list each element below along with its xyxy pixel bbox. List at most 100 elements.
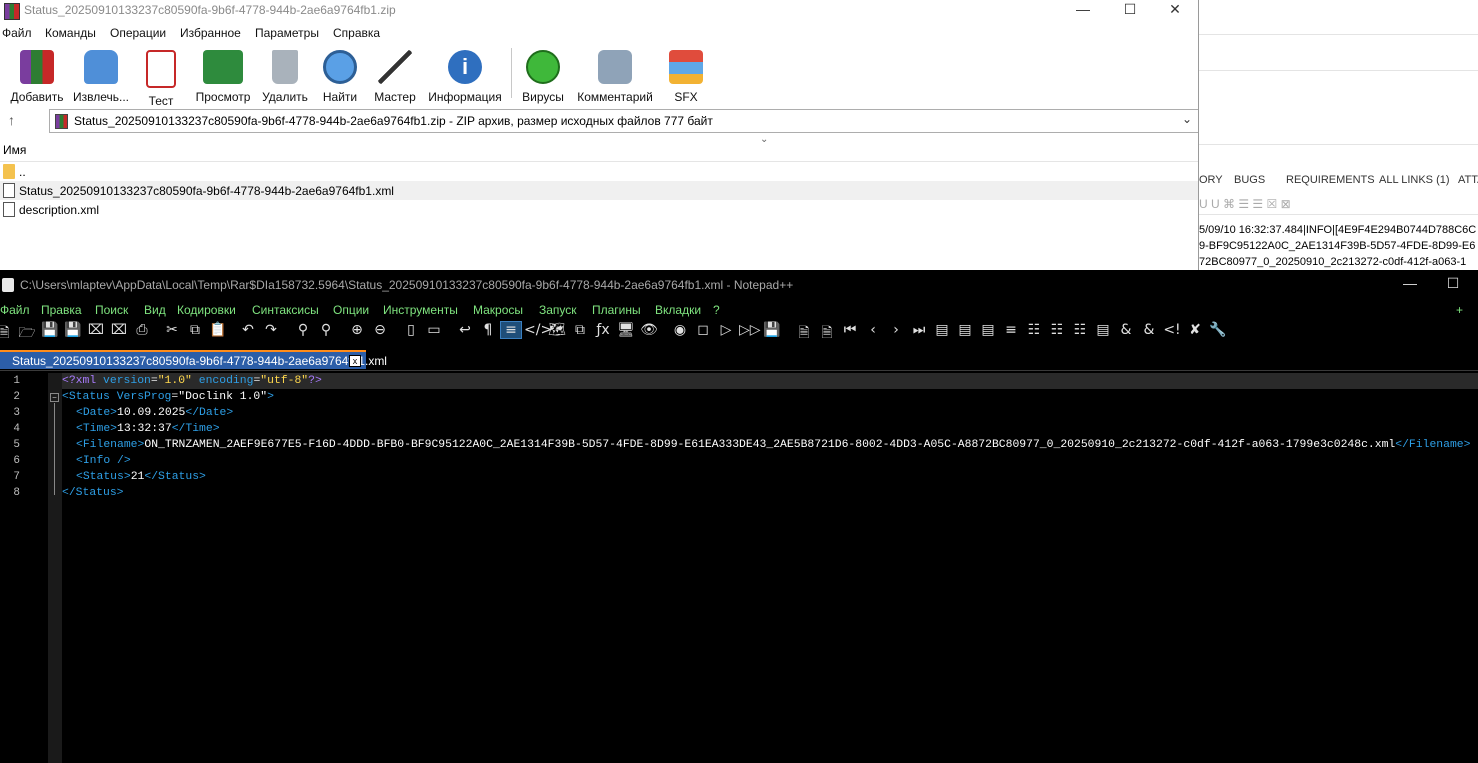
- menu-window[interactable]: Вкладки: [655, 303, 701, 317]
- add-button[interactable]: Добавить: [8, 48, 66, 106]
- diff-icon[interactable]: ≡: [1001, 322, 1021, 338]
- save-macro-icon[interactable]: 💾: [762, 322, 782, 338]
- tab-close-icon[interactable]: x: [349, 355, 361, 367]
- find-icon[interactable]: ⚲: [293, 322, 313, 338]
- plugin-doc2-icon[interactable]: 🗎: [817, 322, 837, 346]
- ampersand-icon[interactable]: &: [1116, 322, 1136, 338]
- menu-settings[interactable]: Опции: [333, 303, 369, 317]
- column-name-header[interactable]: Имя: [3, 143, 26, 157]
- minimize-button[interactable]: —: [1060, 0, 1106, 22]
- network-icon[interactable]: ☷: [1070, 322, 1090, 338]
- play-multiple-icon[interactable]: ▷▷: [739, 322, 761, 338]
- folder-workspace-icon[interactable]: 🖥: [616, 322, 636, 338]
- menu-file[interactable]: Файл: [0, 303, 30, 317]
- close-button[interactable]: ✕: [1152, 0, 1198, 22]
- zoom-out-icon[interactable]: ⊖: [370, 322, 390, 338]
- compare2-icon[interactable]: ▤: [955, 322, 975, 338]
- last-icon[interactable]: ⏭: [909, 322, 929, 338]
- fold-minus-icon[interactable]: −: [50, 393, 59, 402]
- menu-macro[interactable]: Макросы: [473, 303, 523, 317]
- menu-plus[interactable]: +: [1456, 303, 1463, 317]
- up-arrow-icon[interactable]: ↑: [8, 112, 15, 128]
- menu-help[interactable]: Справка: [333, 26, 380, 40]
- menu-options[interactable]: Параметры: [255, 26, 319, 40]
- open-file-icon[interactable]: 🗁: [17, 322, 37, 346]
- play-macro-icon[interactable]: ▷: [716, 322, 736, 338]
- menu-syntax[interactable]: Синтаксисы: [252, 303, 319, 317]
- notepadpp-title-bar[interactable]: C:\Users\mlaptev\AppData\Local\Temp\Rar$…: [0, 270, 1478, 300]
- record-macro-icon[interactable]: ◉: [670, 322, 690, 338]
- menu-operations[interactable]: Операции: [110, 26, 166, 40]
- undo-icon[interactable]: ↶: [238, 322, 258, 338]
- info-button[interactable]: i Информация: [426, 48, 504, 106]
- sync-horizontal-icon[interactable]: ▭: [424, 322, 444, 338]
- virus-button[interactable]: Вирусы: [519, 48, 567, 106]
- redo-icon[interactable]: ↷: [261, 322, 281, 338]
- tab-requirements[interactable]: REQUIREMENTS: [1286, 174, 1375, 186]
- wrench-icon[interactable]: 🔧: [1208, 322, 1228, 338]
- file-row-parent[interactable]: ..: [0, 162, 1198, 181]
- copy-icon[interactable]: ⧉: [185, 322, 205, 338]
- ampersand-alt-icon[interactable]: &: [1139, 322, 1159, 338]
- close-file-icon[interactable]: ⌧: [86, 322, 106, 338]
- winrar-title-bar[interactable]: Status_20250910133237c80590fa-9b6f-4778-…: [0, 0, 1198, 22]
- next-icon[interactable]: ›: [886, 322, 906, 338]
- menu-search[interactable]: Поиск: [95, 303, 128, 317]
- menu-tools[interactable]: Инструменты: [383, 303, 458, 317]
- save-all-icon[interactable]: 💾: [63, 322, 83, 338]
- tab-attachments[interactable]: ATTA: [1458, 174, 1478, 186]
- menu-run[interactable]: Запуск: [539, 303, 577, 317]
- menu-file[interactable]: Файл: [2, 26, 32, 40]
- file-row-description-xml[interactable]: description.xml: [0, 200, 1198, 219]
- menu-commands[interactable]: Команды: [45, 26, 96, 40]
- plugin-icon[interactable]: ▤: [1093, 322, 1113, 338]
- menu-help[interactable]: ?: [713, 303, 720, 317]
- view-button[interactable]: Просмотр: [193, 48, 253, 106]
- indent-guide-icon[interactable]: ≡: [500, 321, 522, 339]
- first-icon[interactable]: ⏮: [840, 322, 860, 338]
- new-file-icon[interactable]: 🗎: [0, 322, 14, 346]
- maximize-button[interactable]: ☐: [1107, 0, 1153, 22]
- maximize-button[interactable]: ☐: [1430, 274, 1476, 296]
- comment-toggle-icon[interactable]: <!: [1162, 322, 1182, 338]
- print-icon[interactable]: ⎙: [132, 322, 152, 338]
- tab-all-links[interactable]: ALL LINKS (1): [1379, 174, 1450, 186]
- word-wrap-icon[interactable]: ↩: [455, 322, 475, 338]
- compare3-icon[interactable]: ▤: [978, 322, 998, 338]
- wizard-button[interactable]: Мастер: [370, 48, 420, 106]
- menu-plugins[interactable]: Плагины: [592, 303, 641, 317]
- minimize-button[interactable]: —: [1387, 274, 1433, 296]
- xml-tag-icon[interactable]: </>: [524, 322, 552, 338]
- monitoring-icon[interactable]: 👁: [639, 322, 659, 338]
- sfx-button[interactable]: SFX: [664, 48, 708, 106]
- function-list-icon[interactable]: ƒx: [593, 322, 613, 338]
- paste-icon[interactable]: 📋: [208, 322, 228, 338]
- file-row-status-xml[interactable]: Status_20250910133237c80590fa-9b6f-4778-…: [0, 181, 1198, 200]
- compare-icon[interactable]: ▤: [932, 322, 952, 338]
- uncomment-icon[interactable]: ✘: [1185, 322, 1205, 338]
- document-map-icon[interactable]: 🗺: [547, 322, 567, 338]
- menu-edit[interactable]: Правка: [41, 303, 82, 317]
- zoom-in-icon[interactable]: ⊕: [347, 322, 367, 338]
- archive-path-combo[interactable]: Status_20250910133237c80590fa-9b6f-4778-…: [49, 109, 1198, 133]
- prev-icon[interactable]: ‹: [863, 322, 883, 338]
- sync-vertical-icon[interactable]: ▯: [401, 322, 421, 338]
- menu-encoding[interactable]: Кодировки: [177, 303, 236, 317]
- tab-status-xml[interactable]: Status_20250910133237c80590fa-9b6f-4778-…: [0, 350, 387, 369]
- extract-button[interactable]: Извлечь...: [70, 48, 132, 106]
- chevron-down-icon[interactable]: ⌄: [1182, 112, 1192, 126]
- menu-favorites[interactable]: Избранное: [180, 26, 241, 40]
- delete-button[interactable]: Удалить: [260, 48, 310, 106]
- stop-macro-icon[interactable]: ◻: [693, 322, 713, 338]
- menu-view[interactable]: Вид: [144, 303, 166, 317]
- find-button[interactable]: Найти: [318, 48, 362, 106]
- doc-list-icon[interactable]: ⧉: [570, 322, 590, 338]
- test-button[interactable]: Тест: [141, 48, 181, 108]
- tree2-icon[interactable]: ☷: [1047, 322, 1067, 338]
- show-all-chars-icon[interactable]: ¶: [478, 322, 498, 338]
- tree-icon[interactable]: ☷: [1024, 322, 1044, 338]
- cut-icon[interactable]: ✂: [162, 322, 182, 338]
- comment-button[interactable]: Комментарий: [574, 48, 656, 106]
- replace-icon[interactable]: ⚲: [316, 322, 336, 338]
- plugin-doc-icon[interactable]: 🗎: [794, 322, 814, 346]
